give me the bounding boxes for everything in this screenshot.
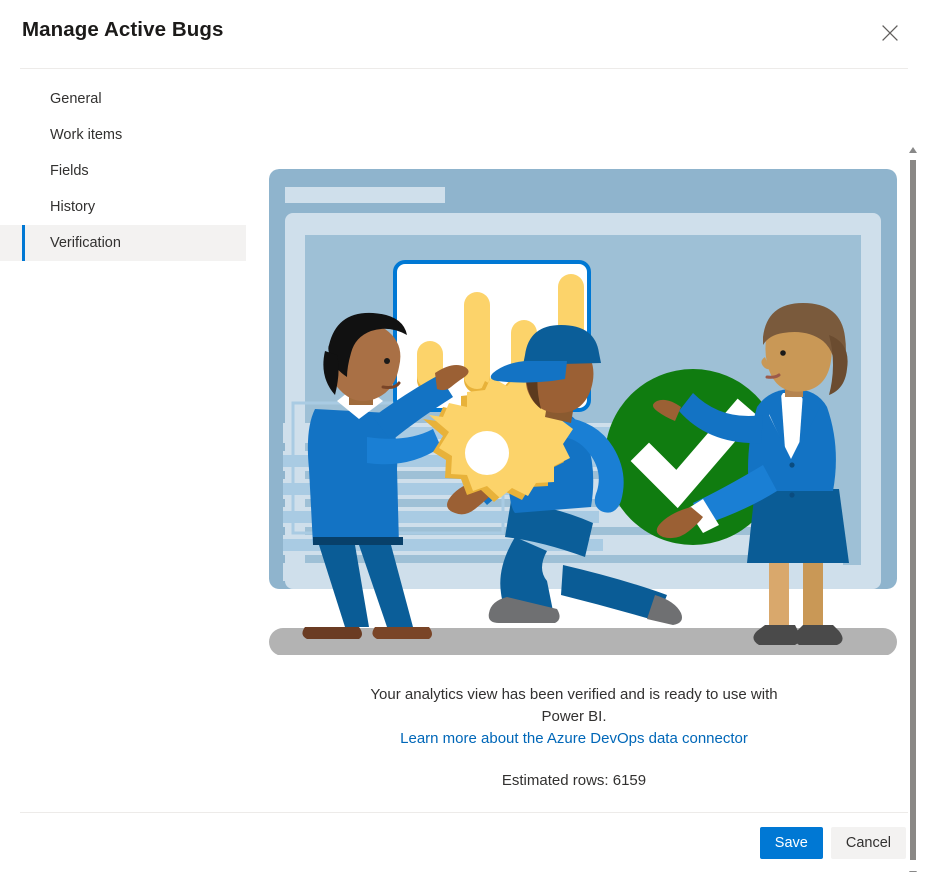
estimated-rows-text: Estimated rows: 6159 — [501, 772, 647, 789]
sidebar-item-fields[interactable]: Fields — [0, 153, 246, 189]
manage-active-bugs-dialog: Manage Active Bugs General Work items Fi… — [0, 0, 928, 872]
verification-panel: Your analytics view has been verified an… — [246, 69, 902, 812]
sidebar-item-verification[interactable]: Verification — [0, 225, 246, 261]
scrollbar-up-button[interactable] — [907, 143, 919, 155]
save-button[interactable]: Save — [759, 826, 823, 859]
content-scrollbar[interactable] — [907, 143, 919, 872]
dialog-footer: Save Cancel — [0, 813, 928, 872]
sidebar-item-label: Fields — [50, 163, 89, 179]
sidebar-item-label: History — [50, 199, 96, 215]
verification-status-text: Your analytics view has been verified an… — [370, 686, 778, 725]
sidebar-item-work-items[interactable]: Work items — [0, 117, 246, 153]
learn-more-link[interactable]: Learn more about the Azure DevOps data c… — [246, 730, 902, 747]
close-icon — [881, 24, 899, 42]
cancel-button[interactable]: Cancel — [830, 826, 906, 859]
page-title: Manage Active Bugs — [22, 18, 224, 41]
sidebar-item-label: Work items — [50, 127, 123, 143]
verification-message: Your analytics view has been verified an… — [246, 684, 902, 789]
verification-success-illustration — [263, 165, 897, 656]
dialog-header: Manage Active Bugs — [0, 0, 928, 68]
sidebar-item-label: General — [50, 91, 102, 107]
dialog-body: General Work items Fields History Verifi… — [0, 69, 928, 872]
sidebar-item-history[interactable]: History — [0, 189, 246, 225]
close-button[interactable] — [868, 12, 912, 54]
scrollbar-thumb[interactable] — [910, 160, 916, 860]
sidebar-item-general[interactable]: General — [0, 81, 246, 117]
settings-nav: General Work items Fields History Verifi… — [0, 81, 246, 261]
sidebar-item-label: Verification — [50, 235, 121, 251]
